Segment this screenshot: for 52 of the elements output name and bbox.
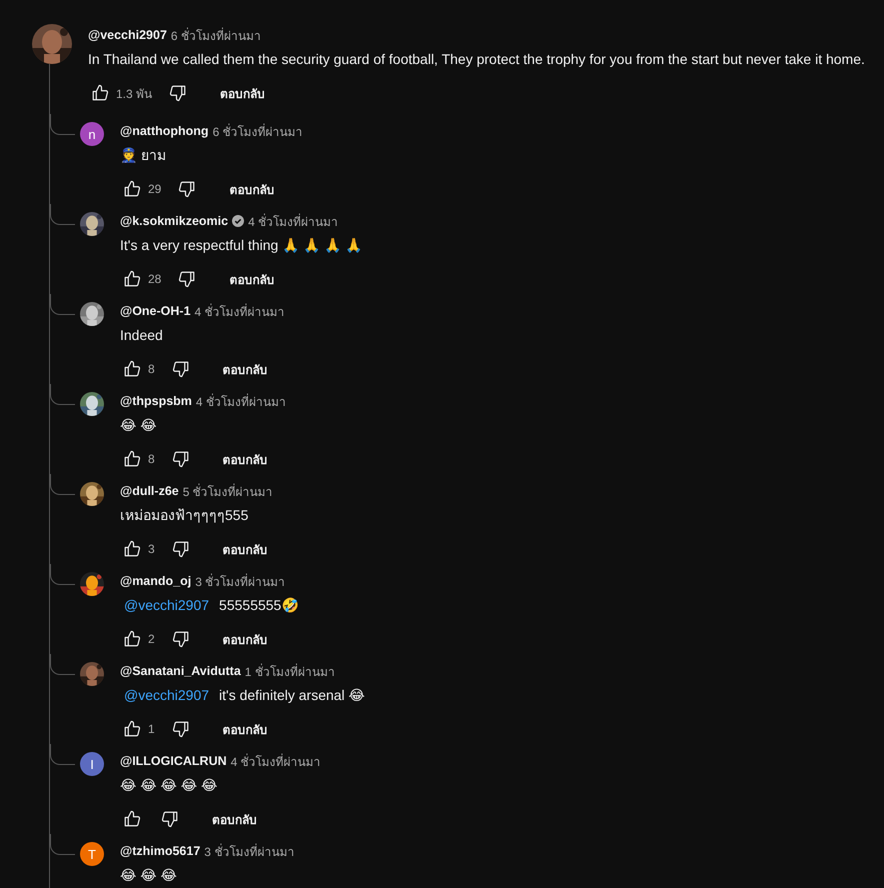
reply-button[interactable]: ตอบกลับ — [210, 623, 280, 655]
avatar[interactable]: I — [80, 752, 104, 776]
like-count: 3 — [148, 542, 155, 556]
author-name[interactable]: @tzhimo5617 — [120, 844, 200, 858]
comment-text: 😂 😂 — [120, 416, 157, 435]
reply-button[interactable]: ตอบกลับ — [210, 443, 280, 475]
like-count: 2 — [148, 632, 155, 646]
comment-text: 55555555🤣 — [219, 596, 298, 615]
comment-text: 😂 😂 😂 😂 😂 — [120, 776, 218, 795]
comment-time[interactable]: 4 ชั่วโมงที่ผ่านมา — [194, 302, 285, 320]
reply-button[interactable]: ตอบกลับ — [210, 713, 280, 745]
author-name[interactable]: @One-OH-1 — [120, 304, 191, 318]
comment-time[interactable]: 4 ชั่วโมงที่ผ่านมา — [230, 752, 321, 770]
verified-icon — [232, 215, 244, 227]
comment-time[interactable]: 6 ชั่วโมงที่ผ่านมา — [212, 122, 303, 140]
comment-time[interactable]: 5 ชั่วโมงที่ผ่านมา — [182, 482, 273, 500]
comment-text: 😂 😂 😂 — [120, 866, 177, 885]
author-name[interactable]: @vecchi2907 — [88, 28, 167, 42]
like-count: 8 — [148, 362, 155, 376]
author-name[interactable]: @Sanatani_Avidutta — [120, 664, 241, 678]
like-count: 1 — [148, 722, 155, 736]
author-name[interactable]: @natthophong — [120, 124, 209, 138]
comment-text: 👮 ยาม — [120, 146, 166, 165]
author-name[interactable]: @ILLOGICALRUN — [120, 754, 227, 768]
reply-button[interactable]: ตอบกลับ — [208, 77, 278, 109]
reply-button[interactable]: ตอบกลับ — [217, 263, 286, 295]
like-count: 1.3 พัน — [116, 86, 152, 102]
comment-time[interactable]: 6 ชั่วโมงที่ผ่านมา — [170, 26, 261, 44]
comment-text: Indeed — [120, 326, 163, 345]
mention-link[interactable]: @vecchi2907 — [120, 685, 210, 705]
comment-text: In Thailand we called them the security guard of football, They protect the trophy for you from the start but never take it home. — [88, 50, 865, 69]
like-count: 29 — [148, 182, 162, 196]
reply-button[interactable]: ตอบกลับ — [217, 173, 286, 205]
reply-button[interactable]: ตอบกลับ — [200, 803, 269, 835]
comment-text: it's definitely arsenal 😂 — [219, 686, 365, 705]
reply-button[interactable]: ตอบกลับ — [210, 353, 280, 385]
comment-text: เหม่อมองฟ้าๆๆๆๆ555 — [120, 506, 248, 525]
mention-link[interactable]: @vecchi2907 — [120, 595, 210, 615]
author-name[interactable]: @thpspsbm — [120, 394, 192, 408]
author-name[interactable]: @k.sokmikzeomic — [120, 214, 228, 228]
comment-text: It's a very respectful thing 🙏 🙏 🙏 🙏 — [120, 236, 362, 255]
comment-time[interactable]: 4 ชั่วโมงที่ผ่านมา — [248, 212, 338, 230]
comment-time[interactable]: 3 ชั่วโมงที่ผ่านมา — [204, 842, 294, 860]
reply-button[interactable]: ตอบกลับ — [210, 533, 280, 565]
like-count: 8 — [148, 452, 155, 466]
comment-time[interactable]: 3 ชั่วโมงที่ผ่านมา — [195, 572, 286, 590]
author-name[interactable]: @mando_oj — [120, 574, 192, 588]
author-name[interactable]: @dull-z6e — [120, 484, 179, 498]
comment-time[interactable]: 4 ชั่วโมงที่ผ่านมา — [196, 392, 286, 410]
avatar[interactable]: n — [80, 122, 104, 146]
comment-time[interactable]: 1 ชั่วโมงที่ผ่านมา — [244, 662, 335, 680]
like-count: 28 — [148, 272, 162, 286]
